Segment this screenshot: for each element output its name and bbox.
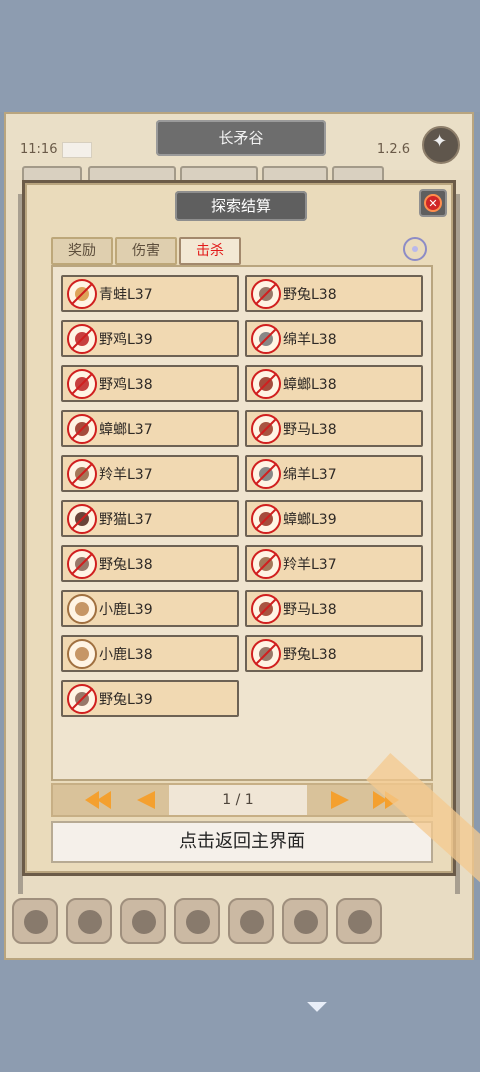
kill-list-panel: 青蛙L37 野兔L38 野鸡L39 绵羊L38 野鸡L38 蟑螂L38 蟑螂L37 野马L38… xyxy=(51,265,433,781)
kill-entry: 绵羊L37 xyxy=(245,455,423,492)
kill-entry: 野兔L38 xyxy=(61,545,239,582)
kill-entry-name: 野猫L37 xyxy=(99,511,153,528)
frog-icon xyxy=(67,278,97,309)
kill-entry: 羚羊L37 xyxy=(61,455,239,492)
kill-entry-name: 羚羊L37 xyxy=(99,466,153,483)
kill-entry-name: 蟑螂L38 xyxy=(283,376,337,393)
rabbit-icon xyxy=(251,278,281,309)
kill-entry: 蟑螂L37 xyxy=(61,410,239,447)
bottom-nav xyxy=(12,898,458,946)
screen-top-area xyxy=(0,0,480,112)
emblem-icon[interactable] xyxy=(12,898,58,944)
kill-entry-name: 野鸡L38 xyxy=(99,376,153,393)
avatar-icon[interactable] xyxy=(422,126,460,164)
fawn-icon xyxy=(67,593,97,624)
pheasant-icon xyxy=(67,323,97,354)
kill-entry: 野兔L38 xyxy=(245,275,423,312)
kill-entry: 羚羊L37 xyxy=(245,545,423,582)
wildcat-icon xyxy=(67,503,97,534)
time-label: 11:16 xyxy=(20,142,58,157)
tab-kills[interactable]: 击杀 xyxy=(179,237,241,265)
rabbit-icon xyxy=(67,683,97,714)
armor-icon[interactable] xyxy=(174,898,220,944)
kill-entry-name: 绵羊L38 xyxy=(283,331,337,348)
cockroach-icon xyxy=(251,503,281,534)
cockroach-icon xyxy=(67,413,97,444)
first-page-icon[interactable] xyxy=(81,790,113,810)
kill-entry-name: 野鸡L39 xyxy=(99,331,153,348)
kill-entry: 野兔L39 xyxy=(61,680,239,717)
kill-entry-name: 小鹿L38 xyxy=(99,646,153,663)
page-indicator: 1 / 1 xyxy=(169,785,307,815)
tab-rewards[interactable]: 奖励 xyxy=(51,237,113,265)
pheasant-icon xyxy=(67,368,97,399)
version-label: 1.2.6 xyxy=(376,142,410,157)
kill-entry-name: 野马L38 xyxy=(283,421,337,438)
medal-icon[interactable] xyxy=(228,898,274,944)
kill-entry-name: 蟑螂L39 xyxy=(283,511,337,528)
chest-icon[interactable] xyxy=(66,898,112,944)
kill-entry: 野马L38 xyxy=(245,410,423,447)
return-main-button[interactable]: 点击返回主界面 xyxy=(51,821,433,863)
helmet-icon[interactable] xyxy=(120,898,166,944)
screen-bottom-area xyxy=(0,960,480,1072)
kill-entry-name: 野马L38 xyxy=(283,601,337,618)
kill-entry-name: 野兔L38 xyxy=(283,646,337,663)
kill-list-grid: 青蛙L37 野兔L38 野鸡L39 绵羊L38 野鸡L38 蟑螂L38 蟑螂L37 野马L38… xyxy=(61,275,425,717)
close-button[interactable] xyxy=(419,189,447,217)
kill-entry: 青蛙L37 xyxy=(61,275,239,312)
previous-page-icon[interactable] xyxy=(129,790,161,810)
kill-entry-name: 野兔L38 xyxy=(99,556,153,573)
kill-entry-name: 绵羊L37 xyxy=(283,466,337,483)
kill-entry-name: 羚羊L37 xyxy=(283,556,337,573)
kill-entry: 小鹿L38 xyxy=(61,635,239,672)
kill-entry-name: 小鹿L39 xyxy=(99,601,153,618)
fawn-icon xyxy=(67,638,97,669)
scroll-icon[interactable] xyxy=(282,898,328,944)
kill-entry: 野猫L37 xyxy=(61,500,239,537)
pet-icon[interactable] xyxy=(336,898,382,944)
dialog-title: 探索结算 xyxy=(175,191,307,221)
top-status-bar: 11:16 长矛谷 1.2.6 xyxy=(6,114,472,170)
rabbit-icon xyxy=(67,548,97,579)
kill-entry: 绵羊L38 xyxy=(245,320,423,357)
kill-entry: 野鸡L38 xyxy=(61,365,239,402)
kill-entry: 野马L38 xyxy=(245,590,423,627)
tab-damage[interactable]: 伤害 xyxy=(115,237,177,265)
kill-entry-name: 野兔L39 xyxy=(99,691,153,708)
sheep-icon xyxy=(251,323,281,354)
horse-icon xyxy=(251,593,281,624)
horse-icon xyxy=(251,413,281,444)
sheep-icon xyxy=(251,458,281,489)
kill-entry: 蟑螂L39 xyxy=(245,500,423,537)
kill-entry: 小鹿L39 xyxy=(61,590,239,627)
cockroach-icon xyxy=(251,368,281,399)
kill-entry: 野兔L38 xyxy=(245,635,423,672)
antelope-icon xyxy=(251,548,281,579)
kill-entry-name: 青蛙L37 xyxy=(99,286,153,303)
kill-entry: 蟑螂L38 xyxy=(245,365,423,402)
rabbit-icon xyxy=(251,638,281,669)
battery-indicator xyxy=(62,142,92,158)
antelope-icon xyxy=(67,458,97,489)
target-icon[interactable] xyxy=(403,237,427,261)
kill-entry-name: 野兔L38 xyxy=(283,286,337,303)
kill-entry-name: 蟑螂L37 xyxy=(99,421,153,438)
next-page-icon[interactable] xyxy=(323,790,355,810)
kill-entry: 野鸡L39 xyxy=(61,320,239,357)
location-title: 长矛谷 xyxy=(156,120,326,156)
